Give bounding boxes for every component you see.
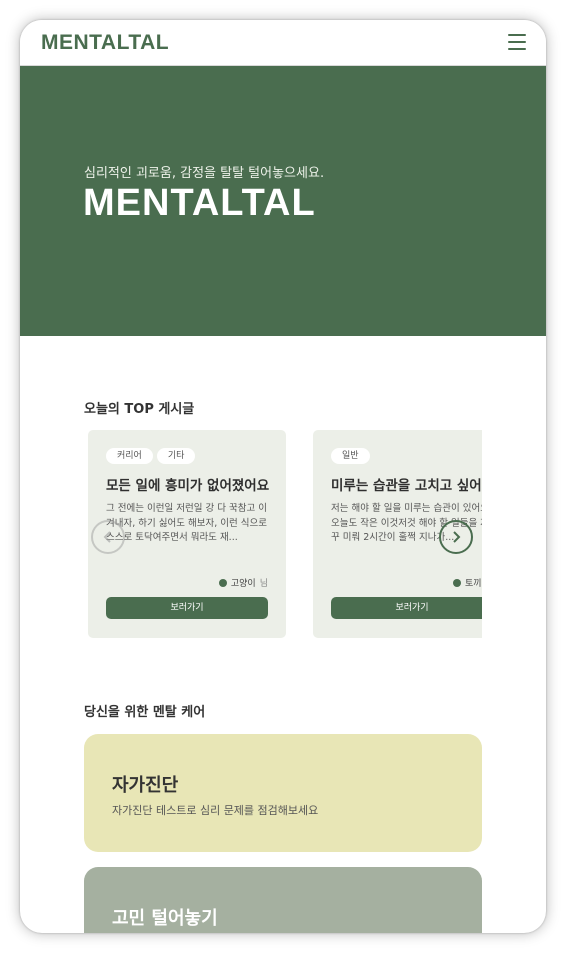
post-author: 고양이 님 [218,576,268,589]
tag-badge: 일반 [331,448,370,464]
post-author: 토끼 님 [453,576,482,589]
author-name: 토끼 [465,579,482,589]
self-diagnosis-description: 자가진단 테스트로 심리 문제를 점검해보세요 [112,804,319,817]
top-posts-carousel: 커리어 기타 모든 일에 흥미가 없어졌어요 그 전에는 이런일 저런일 강 다… [84,430,482,640]
author-suffix: 님 [259,579,268,589]
post-title: 미루는 습관을 고치고 싶어요 [331,478,482,494]
hero-banner: 심리적인 괴로움, 감정을 탈탈 털어놓으세요. MENTALTAL [20,66,546,336]
self-diagnosis-title: 자가진단 [112,775,179,796]
app-frame: MENTALTAL 심리적인 괴로움, 감정을 탈탈 털어놓으세요. MENTA… [20,20,546,933]
hero-subtitle: 심리적인 괴로움, 감정을 탈탈 털어놓으세요. [84,166,325,181]
chevron-left-icon[interactable] [91,520,125,554]
hamburger-menu-icon[interactable] [508,34,526,50]
logo[interactable]: MENTALTAL [41,31,169,55]
hero-title: MENTALTAL [83,182,316,224]
post-description: 그 전에는 이런일 저런일 강 다 꾹참고 이겨내자, 하기 싫어도 해보자, … [106,503,267,543]
post-tags: 일반 [331,448,370,464]
mental-care-section-title: 당신을 위한 멘탈 케어 [84,705,206,720]
tag-badge: 기타 [156,448,196,464]
author-dot-icon [218,578,227,587]
self-diagnosis-card[interactable]: 자가진단 자가진단 테스트로 심리 문제를 점검해보세요 [84,734,482,852]
share-worries-title: 고민 털어놓기 [112,908,218,929]
tag-badge: 커리어 [106,448,153,464]
share-worries-card[interactable]: 고민 털어놓기 [84,867,482,933]
top-posts-section-title: 오늘의 TOP 게시글 [84,402,195,417]
chevron-right-icon[interactable] [439,520,473,554]
view-post-button[interactable]: 보러가기 [331,597,482,619]
header: MENTALTAL [20,20,546,66]
author-dot-icon [453,578,461,587]
post-title: 모든 일에 흥미가 없어졌어요 [106,478,270,494]
author-name: 고양이 [230,579,256,589]
view-post-button[interactable]: 보러가기 [106,597,268,619]
post-tags: 커리어 기타 [106,448,196,464]
